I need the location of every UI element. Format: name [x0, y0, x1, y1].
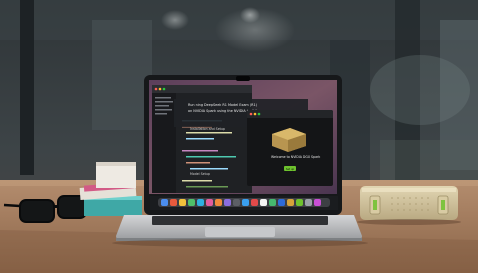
photo-scene: Run ning DeepSeek R1 Model Exam (R1) on … [0, 0, 478, 273]
dialog-title: Welcome to NVIDIA DGX Spark [271, 155, 320, 159]
doc-section-1: Installation and Setup [190, 127, 225, 131]
mini-pc [360, 186, 458, 220]
doc-heading-1: Run ning DeepSeek R1 Model Exam (R1) [188, 103, 258, 107]
laptop-keyboard [152, 216, 328, 225]
camera-notch [236, 76, 250, 81]
photo-illustration: Run ning DeepSeek R1 Model Exam (R1) on … [0, 0, 478, 273]
editor-sidebar [152, 93, 176, 193]
background-pillar [20, 0, 34, 175]
doc-section-2: Model Setup [190, 172, 210, 176]
setup-button-label: Set up [286, 167, 295, 171]
laptop-trackpad [205, 227, 275, 237]
